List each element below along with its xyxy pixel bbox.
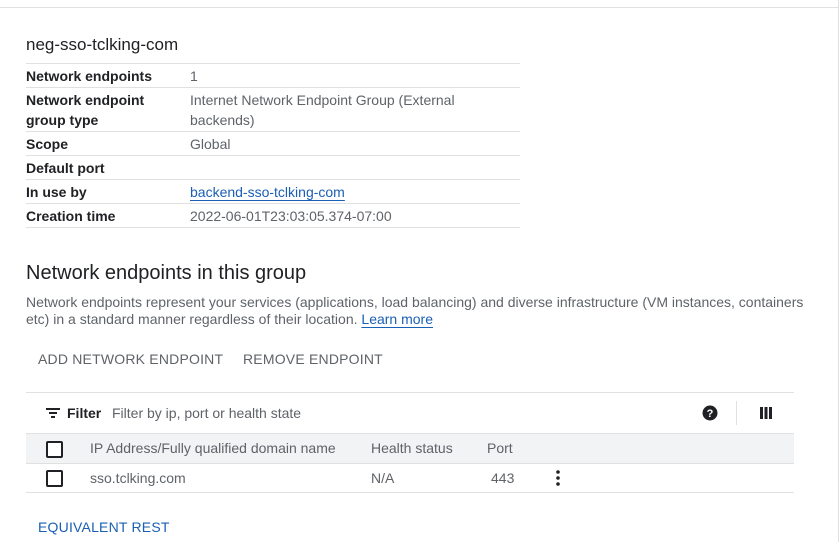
column-header-address[interactable]: IP Address/Fully qualified domain name <box>90 440 336 456</box>
select-all-checkbox[interactable] <box>46 441 63 458</box>
cell-port: 443 <box>491 470 515 486</box>
detail-label: Network endpoints <box>26 68 153 84</box>
in-use-by-link[interactable]: backend-sso-tclking-com <box>190 182 520 202</box>
help-icon[interactable]: ? <box>702 405 718 421</box>
filter-bar: Filter ? <box>26 393 794 433</box>
detail-row-creation-time: Creation time 2022-06-01T23:03:05.374-07… <box>26 204 520 228</box>
detail-row-scope: Scope Global <box>26 132 520 156</box>
column-display-icon[interactable] <box>760 407 772 419</box>
learn-more-link[interactable]: Learn more <box>361 311 433 327</box>
detail-row-network-endpoints: Network endpoints 1 <box>26 64 520 88</box>
filter-label[interactable]: Filter <box>67 405 101 421</box>
svg-text:?: ? <box>707 408 714 420</box>
toolbar-divider <box>736 401 737 425</box>
filter-icon[interactable] <box>46 406 62 420</box>
detail-value <box>190 158 520 178</box>
detail-value: Global <box>190 136 231 152</box>
detail-label: Scope <box>26 136 69 152</box>
detail-label: In use by <box>26 184 87 200</box>
filter-input[interactable] <box>112 402 672 424</box>
table-row: sso.tclking.com N/A 443 <box>26 464 794 493</box>
detail-row-group-type: Network endpoint group type Internet Net… <box>26 88 520 132</box>
endpoints-table: Filter ? IP Address/Fully qualified doma… <box>26 392 794 493</box>
detail-row-in-use-by: In use by backend-sso-tclking-com <box>26 180 520 204</box>
detail-value: 2022-06-01T23:03:05.374-07:00 <box>190 208 392 224</box>
add-network-endpoint-button[interactable]: ADD NETWORK ENDPOINT <box>38 351 223 367</box>
detail-value: Internet Network Endpoint Group (Externa… <box>190 92 455 128</box>
column-header-health[interactable]: Health status <box>371 440 453 456</box>
table-header: IP Address/Fully qualified domain name H… <box>26 433 794 464</box>
detail-label: Creation time <box>26 208 116 224</box>
detail-row-default-port: Default port <box>26 156 520 180</box>
cell-health: N/A <box>371 470 395 486</box>
remove-endpoint-button[interactable]: REMOVE ENDPOINT <box>243 351 383 367</box>
detail-value: 1 <box>190 68 198 84</box>
row-checkbox[interactable] <box>46 470 63 487</box>
section-title: Network endpoints in this group <box>26 262 307 284</box>
section-description: Network endpoints represent your service… <box>26 294 806 328</box>
top-divider <box>0 0 839 8</box>
column-header-port[interactable]: Port <box>487 440 513 456</box>
cell-address: sso.tclking.com <box>90 470 186 486</box>
equivalent-rest-button[interactable]: EQUIVALENT REST <box>38 519 170 535</box>
more-vert-icon[interactable] <box>555 470 561 486</box>
details-table: Network endpoints 1 Network endpoint gro… <box>26 63 520 228</box>
neg-name-title: neg-sso-tclking-com <box>26 35 179 54</box>
detail-label: Network endpoint group type <box>26 92 145 128</box>
detail-label: Default port <box>26 160 105 176</box>
